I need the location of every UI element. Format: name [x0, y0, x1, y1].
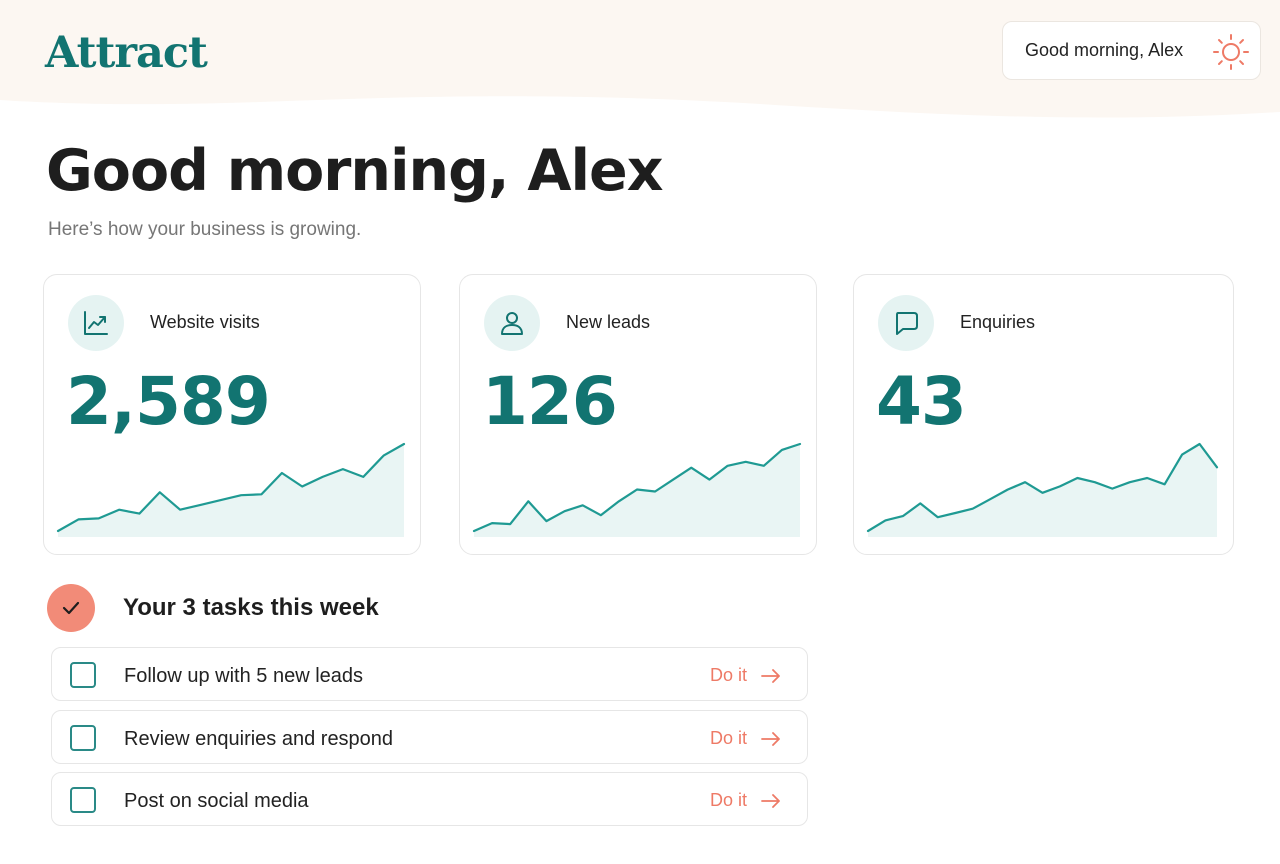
- sparkline-chart: [472, 442, 802, 537]
- greeting-pill-text: Good morning, Alex: [1025, 40, 1184, 60]
- sparkline-chart: [56, 442, 406, 537]
- tasks-header: Your 3 tasks this week: [47, 584, 379, 632]
- greeting-pill[interactable]: Good morning, Alex: [1002, 21, 1261, 80]
- task-text: Review enquiries and respond: [124, 728, 394, 750]
- task-row: Post on social media Do it: [51, 772, 808, 826]
- do-it-label: Do it: [709, 728, 747, 748]
- task-text: Post on social media: [124, 790, 309, 812]
- tasks-title: Your 3 tasks this week: [123, 594, 379, 621]
- sparkline-area: [868, 444, 1217, 537]
- arrow-right-icon: [761, 731, 780, 746]
- arrow-right-icon: [761, 668, 780, 683]
- page-title: Good morning, Alex: [46, 138, 663, 204]
- task-checkbox[interactable]: [70, 662, 96, 688]
- sparkline-area: [58, 444, 404, 537]
- card-new-leads[interactable]: New leads 126: [459, 274, 817, 555]
- do-it-label: Do it: [709, 665, 747, 685]
- tasks-badge: [47, 584, 95, 632]
- task-row: Follow up with 5 new leads Do it: [51, 647, 808, 701]
- do-it-button[interactable]: Do it: [710, 728, 781, 749]
- task-checkbox[interactable]: [70, 787, 96, 813]
- card-website-visits[interactable]: Website visits 2,589: [43, 274, 421, 555]
- sparkline-chart: [866, 442, 1219, 537]
- do-it-label: Do it: [709, 790, 747, 810]
- do-it-button[interactable]: Do it: [710, 790, 781, 811]
- app-logo[interactable]: Attract: [45, 28, 208, 78]
- card-enquiries[interactable]: Enquiries 43: [853, 274, 1234, 555]
- task-text: Follow up with 5 new leads: [124, 665, 364, 687]
- do-it-button[interactable]: Do it: [710, 665, 781, 686]
- task-checkbox[interactable]: [70, 725, 96, 751]
- checkmark-icon: [62, 601, 80, 615]
- task-row: Review enquiries and respond Do it: [51, 710, 808, 764]
- page-subtitle: Here’s how your business is growing.: [48, 219, 362, 240]
- sun-icon: [1213, 34, 1249, 70]
- arrow-right-icon: [761, 793, 780, 808]
